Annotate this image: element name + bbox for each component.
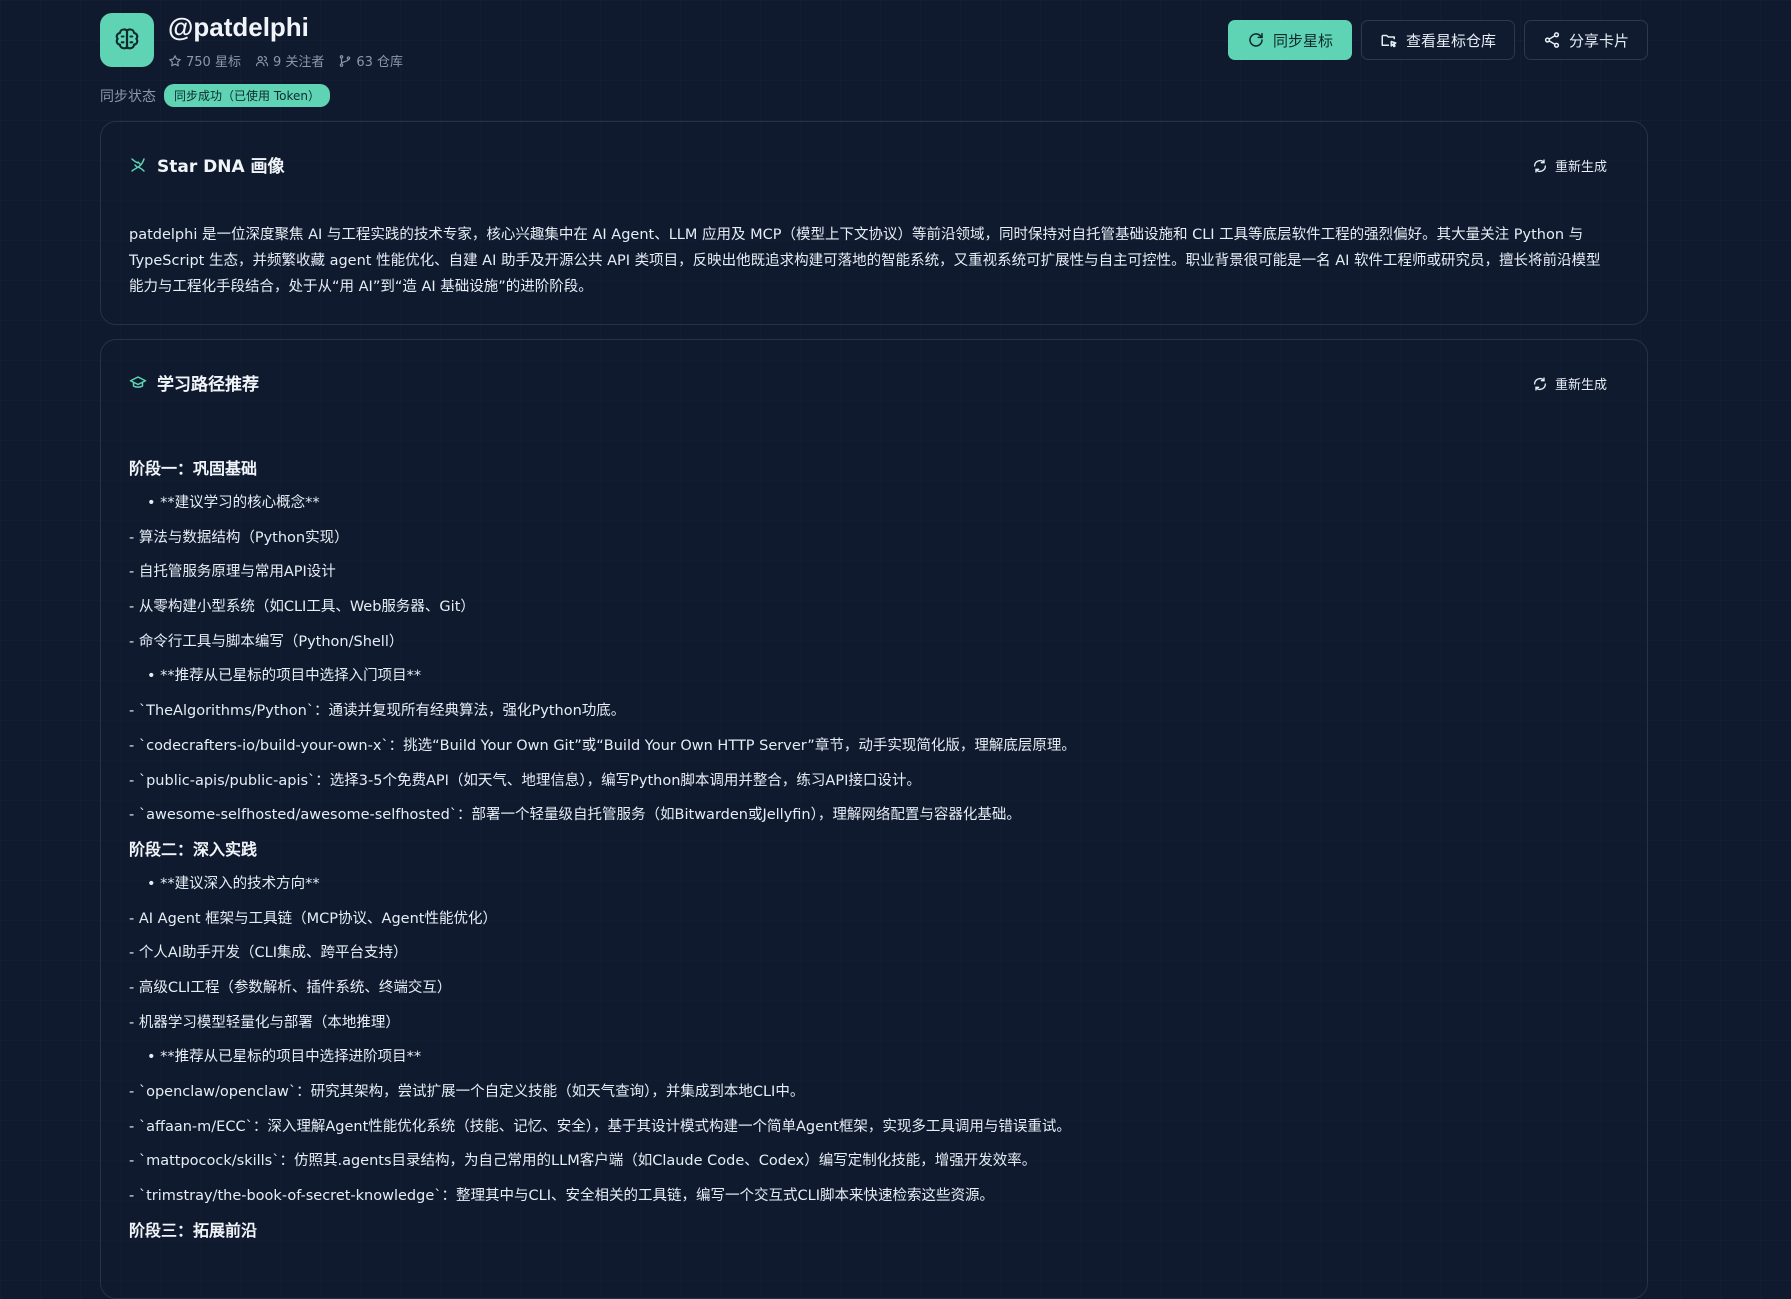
sync-status-label: 同步状态: [100, 88, 156, 105]
list-item: - `affaan-m/ECC`：深入理解Agent性能优化系统（技能、记忆、安…: [129, 1118, 1071, 1135]
list-item: - 算法与数据结构（Python实现）: [129, 529, 349, 546]
followers-stat: 9 关注者: [255, 51, 324, 70]
profile-stats: 750 星标 9 关注者 63 仓库: [168, 51, 403, 70]
brain-icon: [115, 28, 139, 50]
view-repos-label: 查看星标仓库: [1405, 31, 1496, 50]
sync-status: 同步状态 同步成功（已使用 Token）: [100, 84, 330, 107]
learning-path-title: 学习路径推荐: [129, 370, 259, 395]
page: @patdelphi 750 星标 9 关注者 63 仓库 同步星标 查看星标仓…: [100, 0, 1648, 1299]
list-item: - `trimstray/the-book-of-secret-knowledg…: [129, 1188, 994, 1205]
graduation-cap-icon: [129, 375, 147, 388]
refresh-icon: [1533, 376, 1546, 391]
avatar: [100, 13, 154, 67]
followers-count: 9 关注者: [272, 55, 325, 70]
list-item: - `TheAlgorithms/Python`：通读并复现所有经典算法，强化P…: [129, 703, 626, 720]
share-card-label: 分享卡片: [1568, 31, 1629, 50]
dna-regenerate-label: 重新生成: [1554, 160, 1607, 175]
list-item: - `awesome-selfhosted/awesome-selfhosted…: [129, 807, 1021, 824]
list-item: • **推荐从已星标的项目中选择入门项目**: [147, 668, 422, 685]
list-item: - `public-apis/public-apis`：选择3-5个免费API（…: [129, 772, 921, 789]
sync-stars-button[interactable]: 同步星标: [1227, 20, 1352, 60]
list-item: - 机器学习模型轻量化与部署（本地推理）: [129, 1014, 400, 1031]
refresh-icon: [1533, 158, 1546, 173]
stars-stat: 750 星标: [168, 51, 241, 70]
sync-stars-label: 同步星标: [1272, 31, 1333, 50]
repos-count: 63 仓库: [356, 55, 404, 70]
star-dna-card: Star DNA 画像 重新生成 patdelphi 是一位深度聚焦 AI 与工…: [100, 121, 1648, 325]
view-repos-button[interactable]: 查看星标仓库: [1360, 20, 1515, 60]
repos-stat: 63 仓库: [338, 51, 403, 70]
learning-path-card: 学习路径推荐 重新生成 阶段一：巩固基础 • **建议学习的核心概念** - 算…: [100, 339, 1648, 1299]
star-icon: [169, 54, 181, 66]
learning-path-content: 阶段一：巩固基础 • **建议学习的核心概念** - 算法与数据结构（Pytho…: [129, 452, 1611, 1248]
star-dna-title-text: Star DNA 画像: [157, 157, 285, 177]
list-item: - `codecrafters-io/build-your-own-x`：挑选“…: [129, 737, 1076, 754]
list-item: • **推荐从已星标的项目中选择进阶项目**: [147, 1049, 422, 1066]
list-item: - 个人AI助手开发（CLI集成、跨平台支持）: [129, 945, 408, 962]
dna-icon: [131, 157, 145, 172]
list-item: - AI Agent 框架与工具链（MCP协议、Agent性能优化）: [129, 910, 497, 927]
list-item: - 自托管服务原理与常用API设计: [129, 564, 336, 581]
folder-open-icon: [1381, 34, 1397, 48]
stage-heading: 阶段一：巩固基础: [129, 459, 258, 478]
list-item: • **建议学习的核心概念**: [147, 495, 320, 511]
list-item: • **建议深入的技术方向**: [147, 875, 320, 892]
sync-status-badge: 同步成功（已使用 Token）: [164, 84, 330, 107]
dna-regenerate-button[interactable]: 重新生成: [1532, 156, 1607, 175]
dna-description: patdelphi 是一位深度聚焦 AI 与工程实践的技术专家，核心兴趣集中在 …: [129, 227, 1601, 295]
stage-heading: 阶段二：深入实践: [129, 839, 258, 859]
list-item: - `mattpocock/skills`：仿照其.agents目录结构，为自己…: [129, 1153, 1037, 1170]
profile-header: @patdelphi 750 星标 9 关注者 63 仓库 同步星标 查看星标仓…: [100, 0, 1648, 80]
learning-regenerate-label: 重新生成: [1554, 378, 1607, 393]
share-icon: [1544, 32, 1560, 48]
git-fork-icon: [340, 54, 351, 67]
list-item: - 高级CLI工程（参数解析、插件系统、终端交互）: [129, 979, 452, 996]
users-icon: [255, 55, 269, 66]
stage-heading: 阶段三：拓展前沿: [129, 1220, 258, 1240]
list-item: - 从零构建小型系统（如CLI工具、Web服务器、Git）: [129, 599, 475, 616]
list-item: - `openclaw/openclaw`：研究其架构，尝试扩展一个自定义技能（…: [129, 1084, 805, 1100]
learning-path-title-text: 学习路径推荐: [157, 375, 259, 395]
share-card-button[interactable]: 分享卡片: [1523, 20, 1648, 60]
learning-regenerate-button[interactable]: 重新生成: [1532, 374, 1607, 393]
refresh-icon: [1249, 32, 1263, 47]
header-actions: 同步星标 查看星标仓库 分享卡片: [1227, 20, 1648, 60]
star-dna-title: Star DNA 画像: [129, 152, 285, 177]
stars-count: 750 星标: [186, 55, 241, 70]
username: @patdelphi: [168, 12, 309, 42]
list-item: - 命令行工具与脚本编写（Python/Shell）: [129, 633, 404, 650]
